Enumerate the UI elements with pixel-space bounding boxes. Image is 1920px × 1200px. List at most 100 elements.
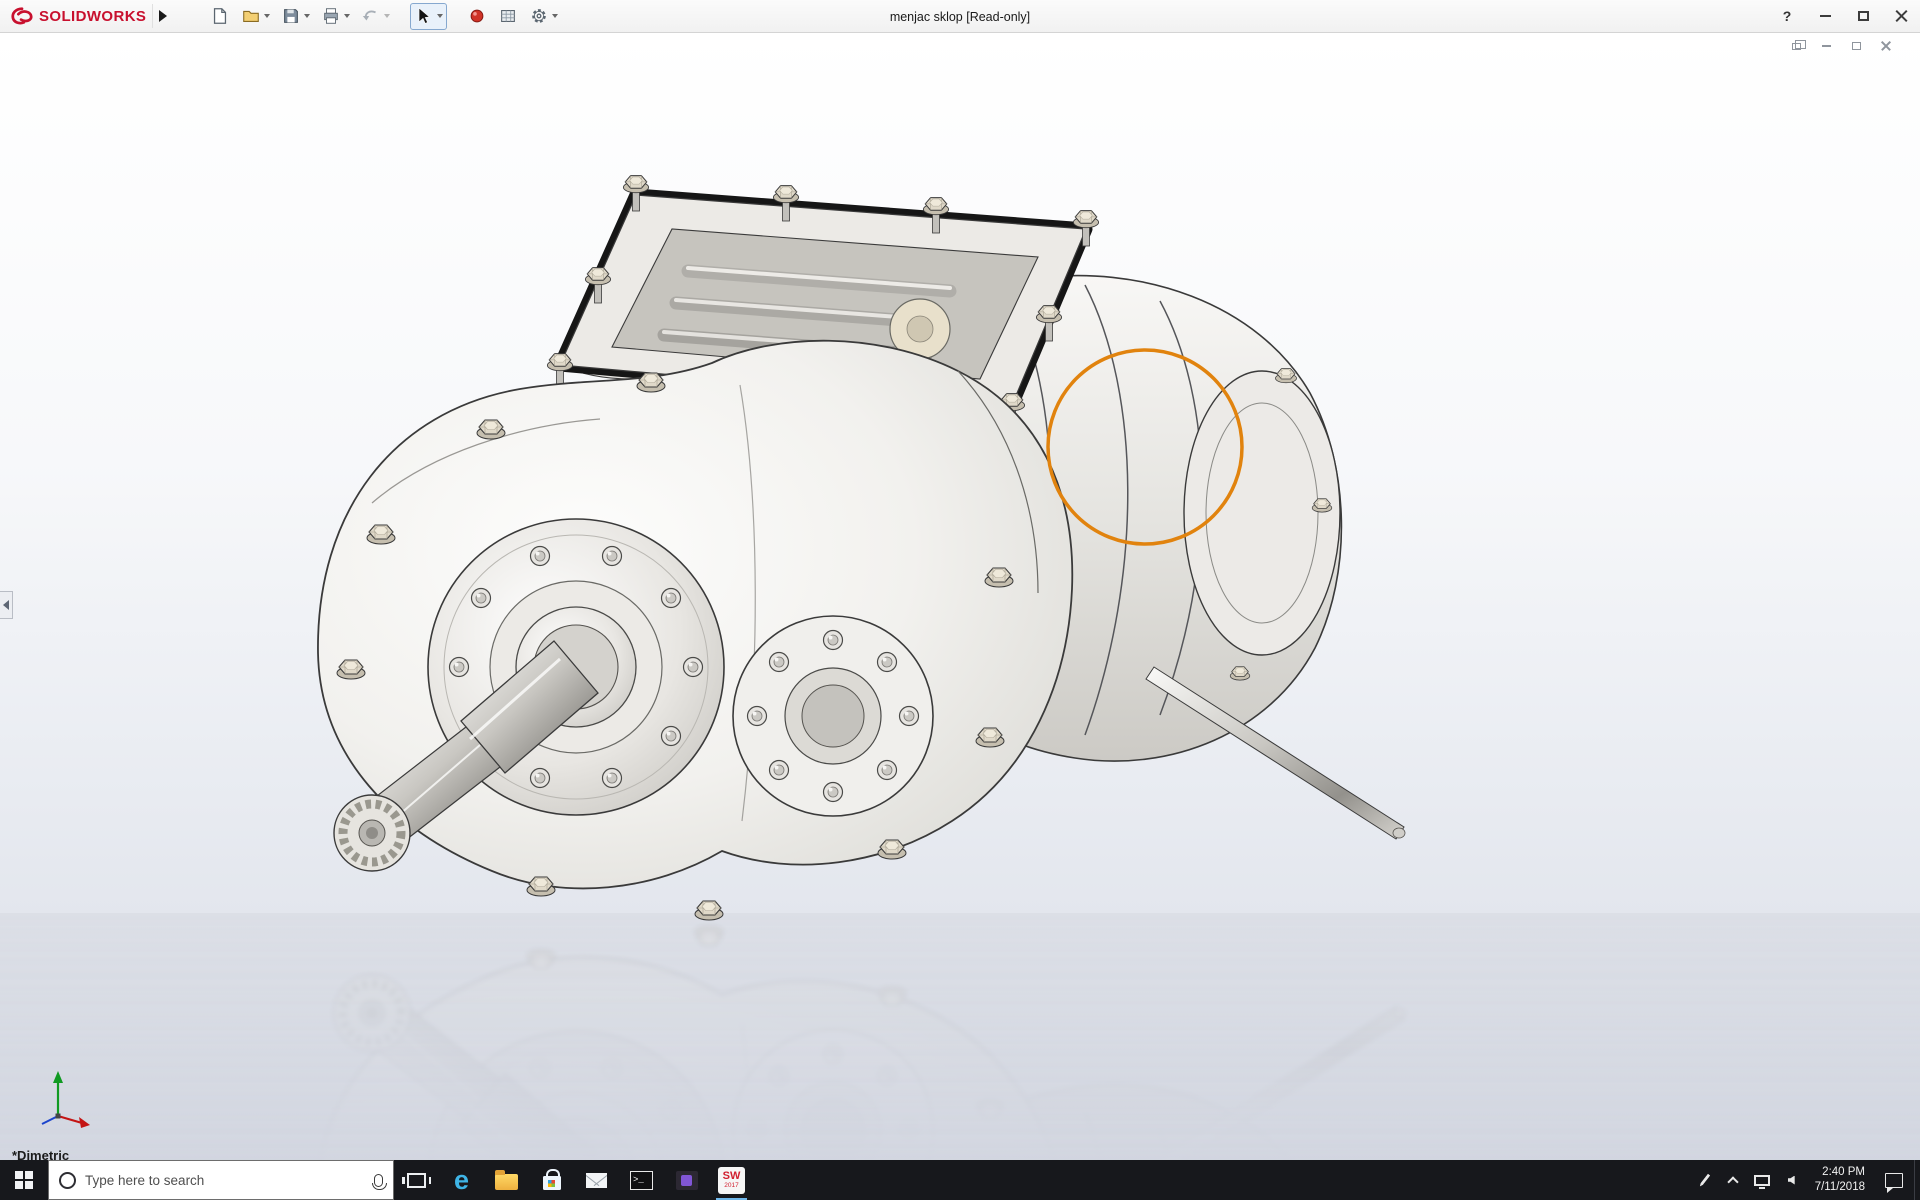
arrange-window-button[interactable] [1788,39,1804,53]
dassault-systemes-logo-icon [10,6,34,26]
maximize-button[interactable] [1844,0,1882,32]
new-document-icon [210,6,230,26]
dropdown-caret-icon [264,14,270,18]
print-icon [321,6,341,26]
appearance-icon [467,6,487,26]
store-icon [543,1176,561,1190]
prompt-glyph: >_ [633,1175,644,1185]
close-window-button[interactable] [1878,39,1894,53]
undo-icon [361,6,381,26]
search-input[interactable] [85,1173,365,1188]
network-icon [1754,1175,1770,1186]
file-explorer-button[interactable] [484,1160,529,1200]
taskbar-search[interactable] [48,1160,394,1200]
y-axis-arrow-icon [53,1071,63,1083]
sw-badge-year: 2017 [724,1183,738,1190]
select-cursor-icon [414,6,434,26]
view-orientation-label: *Dimetric [12,1148,69,1160]
task-view-button[interactable] [394,1160,439,1200]
undo-button[interactable] [357,3,394,30]
pen-icon [1698,1173,1710,1187]
options-gear-icon [529,6,549,26]
expand-arrow-icon [159,10,167,22]
dropdown-caret-icon [437,14,443,18]
solidworks-taskbar-button[interactable]: SW 2017 [709,1160,754,1200]
graphics-area[interactable]: *Dimetric [0,33,1920,1160]
model-canvas[interactable] [0,33,1920,1160]
cascade-icon [1792,43,1801,50]
pinned-app-icon [676,1171,698,1190]
appearance-button[interactable] [463,3,491,30]
start-icon [15,1171,33,1189]
ink-workspace-button[interactable] [1690,1160,1719,1200]
clock-date: 7/11/2018 [1815,1180,1865,1195]
close-icon [1895,10,1908,23]
quick-access-toolbar [206,3,562,30]
action-center-button[interactable] [1874,1160,1914,1200]
help-icon: ? [1783,8,1792,24]
file-explorer-icon [495,1174,518,1190]
hidden-icons-button[interactable] [1719,1160,1748,1200]
save-icon [281,6,301,26]
windows-taskbar: e >_ SW 2017 2:40 PM 7/11/2018 [0,1160,1920,1200]
select-tool-button[interactable] [410,3,447,30]
save-button[interactable] [277,3,314,30]
mail-icon [586,1173,607,1188]
microphone-icon[interactable] [374,1174,383,1187]
open-icon [241,6,261,26]
network-status-button[interactable] [1748,1160,1777,1200]
minimize-button[interactable] [1806,0,1844,32]
solidworks-2017-icon: SW 2017 [718,1167,745,1194]
maximize-icon [1858,11,1869,21]
command-prompt-button[interactable]: >_ [619,1160,664,1200]
window-controls: ? [1768,0,1920,32]
app-titlebar: SOLIDWORKS [0,0,1920,33]
system-tray: 2:40 PM 7/11/2018 [1690,1160,1920,1200]
edge-button[interactable]: e [439,1160,484,1200]
view-settings-icon [498,6,518,26]
mail-button[interactable] [574,1160,619,1200]
x-axis-arrow-icon [79,1117,90,1128]
taskbar-clock[interactable]: 2:40 PM 7/11/2018 [1806,1165,1874,1195]
dropdown-caret-icon [552,14,558,18]
cortana-ring-icon [59,1172,76,1189]
solidworks-logo: SOLIDWORKS [0,6,152,26]
command-prompt-icon: >_ [630,1171,653,1190]
volume-icon [1788,1176,1795,1185]
action-center-icon [1885,1173,1903,1188]
restore-window-button[interactable] [1848,39,1864,53]
edge-icon: e [454,1167,469,1194]
show-desktop-button[interactable] [1914,1160,1920,1200]
pinned-app-button[interactable] [664,1160,709,1200]
close-button[interactable] [1882,0,1920,32]
restore-icon [1852,42,1861,50]
view-settings-button[interactable] [494,3,522,30]
print-button[interactable] [317,3,354,30]
document-window-controls [1788,39,1894,53]
store-button[interactable] [529,1160,574,1200]
dropdown-caret-icon [304,14,310,18]
dropdown-caret-icon [344,14,350,18]
help-button[interactable]: ? [1768,0,1806,32]
dropdown-caret-icon [384,14,390,18]
new-document-button[interactable] [206,3,234,30]
reference-triad[interactable] [24,1066,98,1130]
featuremanager-collapse-tab[interactable] [0,591,13,619]
clock-time: 2:40 PM [1815,1165,1865,1180]
start-button[interactable] [0,1160,48,1200]
minimize-window-button[interactable] [1818,39,1834,53]
volume-button[interactable] [1777,1160,1806,1200]
reflection-tint [0,913,1920,1160]
chevron-left-icon [3,600,9,610]
task-view-icon [407,1173,426,1188]
menu-expand-button[interactable] [152,4,172,28]
brand-text: SOLIDWORKS [39,8,146,25]
minimize-icon [1822,45,1831,47]
options-button[interactable] [525,3,562,30]
sw-badge-text: SW [723,1171,741,1183]
minimize-icon [1820,15,1831,17]
chevron-up-icon [1728,1176,1739,1187]
close-icon [1881,41,1891,51]
open-button[interactable] [237,3,274,30]
gearbox-model[interactable] [318,176,1405,920]
